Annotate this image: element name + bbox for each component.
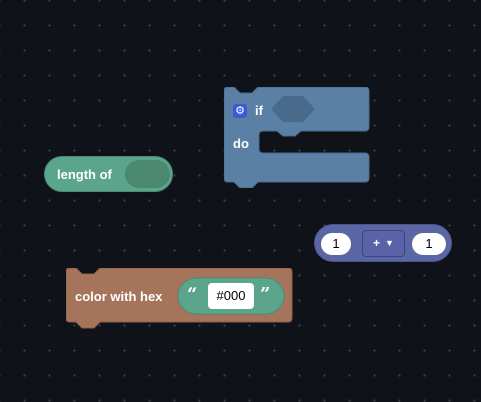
right-number-field[interactable]: 1 <box>412 233 446 255</box>
color-with-hex-block[interactable]: color with hex “ #000 ” <box>66 268 294 330</box>
left-number-field[interactable]: 1 <box>321 233 351 255</box>
open-quote-icon: “ <box>187 284 198 305</box>
length-of-block[interactable]: length of <box>44 156 174 192</box>
color-with-hex-label: color with hex <box>75 289 163 304</box>
operator-label: + <box>373 236 381 250</box>
math-arithmetic-block[interactable]: 1 + ▼ 1 <box>314 224 453 262</box>
hex-text-field[interactable]: #000 <box>208 283 254 309</box>
operator-dropdown[interactable]: + ▼ <box>362 230 405 257</box>
length-of-label: length of <box>57 167 112 182</box>
close-quote-icon: ” <box>260 284 271 305</box>
length-of-empty-input[interactable] <box>125 160 170 188</box>
blocks-workspace[interactable]: length of ⚙ if do 1 + ▼ 1 color with hex … <box>0 0 481 402</box>
gear-icon[interactable]: ⚙ <box>233 104 247 118</box>
if-do-block[interactable]: ⚙ if do <box>224 87 372 188</box>
caret-down-icon: ▼ <box>385 238 394 248</box>
do-label: do <box>233 136 249 151</box>
if-label: if <box>255 103 263 118</box>
